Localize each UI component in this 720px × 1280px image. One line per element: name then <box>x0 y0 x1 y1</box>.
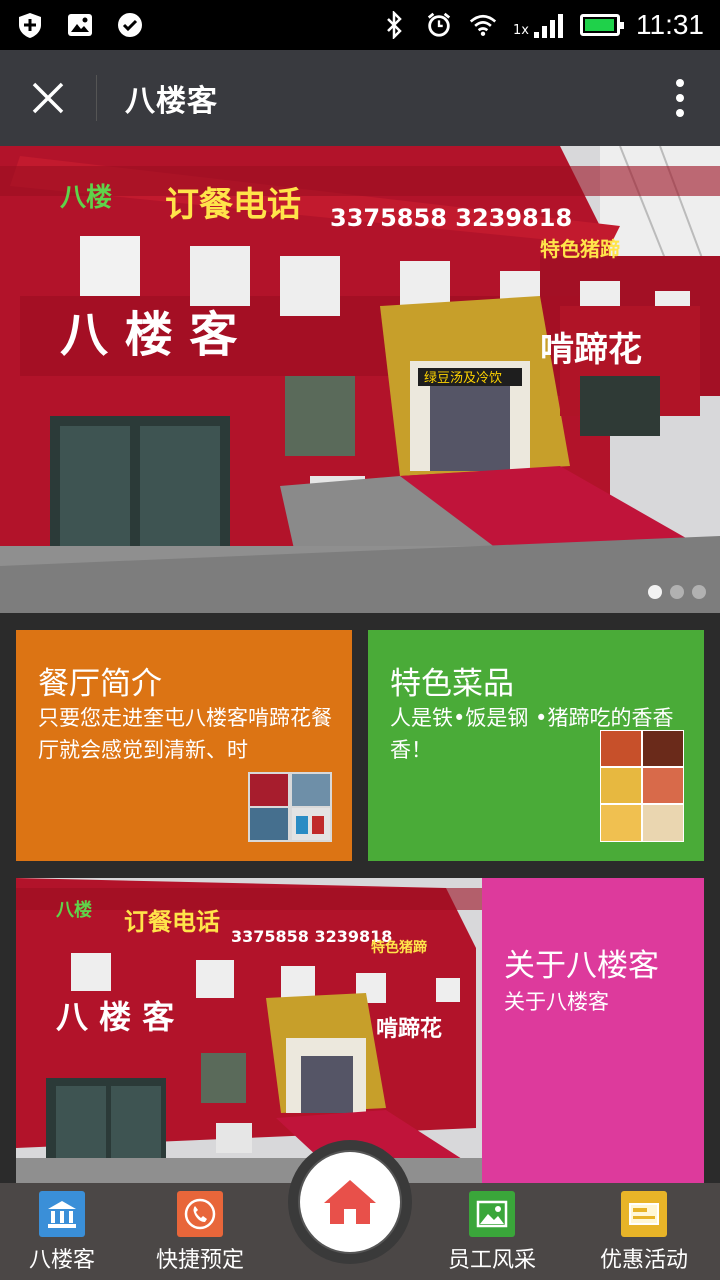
bluetooth-icon <box>381 11 409 39</box>
more-vertical-icon <box>676 79 684 117</box>
check-circle-icon <box>116 11 144 39</box>
tile-restaurant-intro[interactable]: 餐厅简介 只要您走进奎屯八楼客啃蹄花餐厅就会感觉到清新、时 <box>16 630 352 861</box>
restaurant-collage-thumbnail <box>248 772 332 842</box>
wifi-icon <box>469 11 497 39</box>
divider <box>96 75 97 121</box>
carousel-dot[interactable] <box>648 585 662 599</box>
carousel-dot[interactable] <box>692 585 706 599</box>
nav-label: 快捷预定 <box>155 1248 244 1273</box>
battery-icon <box>580 14 624 36</box>
shield-icon <box>16 11 44 39</box>
nav-label: 八楼客 <box>28 1248 95 1273</box>
tile-title: 特色菜品 <box>390 666 514 702</box>
carousel-dot[interactable] <box>670 585 684 599</box>
restaurant-storefront-photo: 八楼 订餐电话 3375858 3239818 特色猪蹄 八 楼 客 啃蹄花 <box>16 878 482 1183</box>
svg-text:绿豆汤及冷饮: 绿豆汤及冷饮 <box>424 371 502 386</box>
nav-label: 优惠活动 <box>599 1248 688 1273</box>
svg-text:八 楼 客: 八 楼 客 <box>60 307 237 363</box>
close-icon <box>32 82 64 114</box>
banner-carousel[interactable]: 八楼 订餐电话 3375858 3239818 特色猪蹄 八 楼 客 啃蹄花 绿… <box>0 146 720 613</box>
svg-text:八楼: 八楼 <box>60 183 112 213</box>
nav-item-staff[interactable]: 员工风采 <box>436 1183 548 1280</box>
signal-bars-icon <box>534 14 563 38</box>
page-title: 八楼客 <box>125 84 218 119</box>
svg-text:八 楼 客: 八 楼 客 <box>56 998 174 1036</box>
status-bar: 1x 11:31 <box>0 0 720 50</box>
svg-text:八楼: 八楼 <box>56 899 92 921</box>
tile-title: 关于八楼客 <box>504 948 659 984</box>
nav-item-promotions[interactable]: 优惠活动 <box>588 1183 700 1280</box>
network-type-label: 1x <box>513 23 529 38</box>
nav-item-balouke[interactable]: 八楼客 <box>14 1183 110 1280</box>
tile-title: 餐厅简介 <box>38 666 162 702</box>
tile-about[interactable]: 关于八楼客 关于八楼客 <box>482 878 704 1183</box>
picture-icon <box>469 1191 515 1237</box>
dishes-collage-thumbnail <box>600 730 684 842</box>
tile-description: 只要您走进奎屯八楼客啃蹄花餐厅就会感觉到清新、时 <box>38 706 332 762</box>
svg-text:订餐电话: 订餐电话 <box>165 185 301 225</box>
alarm-icon <box>425 11 453 39</box>
svg-text:啃蹄花: 啃蹄花 <box>376 1016 442 1042</box>
card-icon <box>621 1191 667 1237</box>
more-options-button[interactable] <box>640 50 720 146</box>
nav-item-quick-booking[interactable]: 快捷预定 <box>144 1183 256 1280</box>
title-bar: 八楼客 <box>0 50 720 146</box>
signal-indicator: 1x <box>513 12 564 38</box>
home-icon <box>324 1180 376 1224</box>
carousel-indicator <box>648 585 706 599</box>
svg-text:特色猪蹄: 特色猪蹄 <box>540 237 620 261</box>
nav-label: 员工风采 <box>447 1248 536 1273</box>
tile-featured-dishes[interactable]: 特色菜品 人是铁•饭是钢 •猪蹄吃的香香香！ <box>368 630 704 861</box>
svg-text:3375858 3239818: 3375858 3239818 <box>231 927 392 946</box>
svg-text:特色猪蹄: 特色猪蹄 <box>371 939 427 956</box>
restaurant-storefront-photo: 八楼 订餐电话 3375858 3239818 特色猪蹄 八 楼 客 啃蹄花 绿… <box>0 146 720 613</box>
bank-icon <box>39 1191 85 1237</box>
home-button-wrapper <box>288 1140 412 1264</box>
svg-text:3375858 3239818: 3375858 3239818 <box>330 204 572 232</box>
tile-storefront-photo[interactable]: 八楼 订餐电话 3375858 3239818 特色猪蹄 八 楼 客 啃蹄花 <box>16 878 482 1183</box>
svg-text:啃蹄花: 啃蹄花 <box>540 330 642 370</box>
home-button[interactable] <box>300 1152 400 1252</box>
image-notification-icon <box>66 11 94 39</box>
close-button[interactable] <box>0 50 96 146</box>
tile-description: 关于八楼客 <box>504 990 609 1014</box>
battery-level <box>585 19 614 31</box>
clock: 11:31 <box>636 9 704 40</box>
phone-icon <box>177 1191 223 1237</box>
svg-text:订餐电话: 订餐电话 <box>124 908 220 936</box>
